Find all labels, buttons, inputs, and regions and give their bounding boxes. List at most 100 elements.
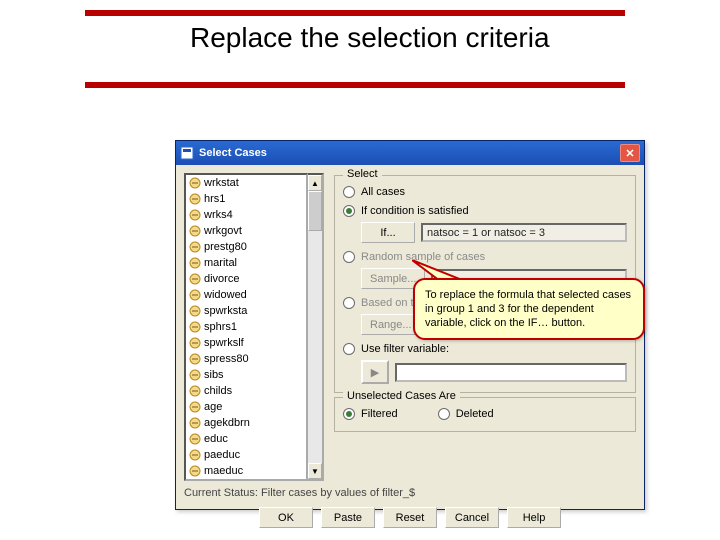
variable-name: paeduc [204,449,240,461]
list-item[interactable]: spwrksta [186,303,306,319]
unselected-legend: Unselected Cases Are [343,390,460,402]
unselected-group: Unselected Cases Are Filtered Deleted [334,397,636,432]
list-item[interactable]: maeduc [186,463,306,479]
list-item[interactable]: sibs [186,367,306,383]
scale-icon [189,177,201,189]
variable-name: sphrs1 [204,321,237,333]
select-legend: Select [343,168,382,180]
app-icon [180,146,194,160]
scale-icon [189,401,201,413]
label-if-condition: If condition is satisfied [361,205,469,217]
titlebar[interactable]: Select Cases ✕ [176,141,644,165]
scale-icon [189,353,201,365]
scale-icon [189,193,201,205]
list-item[interactable]: age [186,399,306,415]
close-icon: ✕ [625,147,634,160]
if-condition-field: natsoc = 1 or natsoc = 3 [421,223,627,242]
ok-button[interactable]: OK [259,507,313,528]
list-item[interactable]: divorce [186,271,306,287]
scale-icon [189,433,201,445]
scroll-up-button[interactable]: ▲ [308,175,322,191]
variable-name: wrks4 [204,209,233,221]
variable-panel: wrkstat hrs1 wrks4 wrkgovt prestg80 marital di… [184,173,324,481]
variable-name: sibs [204,369,224,381]
label-all-cases: All cases [361,186,405,198]
paste-button[interactable]: Paste [321,507,375,528]
cancel-button[interactable]: Cancel [445,507,499,528]
variable-name: age [204,401,222,413]
dialog-button-row: OK Paste Reset Cancel Help [184,507,636,528]
variable-name: wrkstat [204,177,239,189]
scroll-thumb[interactable] [308,191,322,231]
variable-name: spwrksta [204,305,247,317]
variable-name: agekdbrn [204,417,250,429]
scroll-track[interactable] [308,231,322,463]
list-item[interactable]: sphrs1 [186,319,306,335]
scale-icon [189,273,201,285]
variable-name: educ [204,433,228,445]
reset-button[interactable]: Reset [383,507,437,528]
radio-filtered[interactable] [343,408,355,420]
status-line: Current Status: Filter cases by values o… [184,487,636,499]
scale-icon [189,369,201,381]
radio-all-cases[interactable] [343,186,355,198]
radio-random-sample[interactable] [343,251,355,263]
label-filtered: Filtered [361,408,398,420]
scroll-down-button[interactable]: ▼ [308,463,322,479]
accent-bar-top [85,10,625,16]
variable-name: maeduc [204,465,243,477]
variable-name: childs [204,385,232,397]
triangle-right-icon: ▶ [371,366,379,379]
label-deleted: Deleted [456,408,494,420]
variable-name: marital [204,257,237,269]
radio-deleted[interactable] [438,408,450,420]
variable-name: wrkgovt [204,225,242,237]
scale-icon [189,209,201,221]
variable-name: widowed [204,289,247,301]
variable-name: spwrkslf [204,337,244,349]
callout-text: To replace the formula that selected cas… [425,289,631,329]
list-item[interactable]: prestg80 [186,239,306,255]
help-button[interactable]: Help [507,507,561,528]
variable-name: prestg80 [204,241,247,253]
list-item[interactable]: hrs1 [186,191,306,207]
radio-if-condition[interactable] [343,205,355,217]
scale-icon [189,337,201,349]
slide-title: Replace the selection criteria [190,22,550,54]
list-item[interactable]: widowed [186,287,306,303]
list-item[interactable]: paeduc [186,447,306,463]
accent-bar-mid [85,82,625,88]
scale-icon [189,241,201,253]
variable-name: hrs1 [204,193,225,205]
variable-name: spress80 [204,353,249,365]
variable-list[interactable]: wrkstat hrs1 wrks4 wrkgovt prestg80 marital di… [184,173,308,481]
list-item[interactable]: wrkgovt [186,223,306,239]
dialog-title: Select Cases [199,147,267,159]
scale-icon [189,225,201,237]
radio-range[interactable] [343,297,355,309]
scale-icon [189,321,201,333]
close-button[interactable]: ✕ [620,144,640,162]
scale-icon [189,257,201,269]
list-item[interactable]: educ [186,431,306,447]
variable-name: divorce [204,273,239,285]
scale-icon [189,417,201,429]
list-item[interactable]: wrks4 [186,207,306,223]
list-item[interactable]: spress80 [186,351,306,367]
list-item[interactable]: childs [186,383,306,399]
scale-icon [189,305,201,317]
move-variable-button[interactable]: ▶ [361,360,389,384]
variable-scrollbar[interactable]: ▲ ▼ [308,173,324,481]
if-button[interactable]: If... [361,222,415,243]
scale-icon [189,289,201,301]
list-item[interactable]: marital [186,255,306,271]
scale-icon [189,465,201,477]
radio-filter-variable[interactable] [343,343,355,355]
list-item[interactable]: wrkstat [186,175,306,191]
range-button[interactable]: Range... [361,314,421,335]
list-item[interactable]: agekdbrn [186,415,306,431]
label-filter-variable: Use filter variable: [361,343,449,355]
list-item[interactable]: spwrkslf [186,335,306,351]
instruction-callout: To replace the formula that selected cas… [413,278,645,340]
filter-variable-field[interactable] [395,363,627,382]
